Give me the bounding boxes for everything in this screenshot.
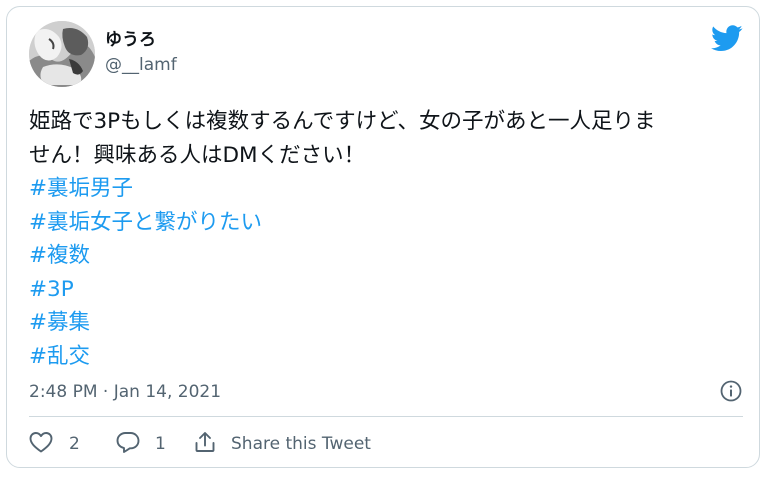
reply-count: 1 (155, 434, 166, 454)
like-button[interactable]: 2 (29, 429, 80, 459)
info-icon[interactable] (719, 379, 743, 403)
share-button[interactable]: Share this Tweet (193, 429, 371, 459)
divider (29, 416, 743, 417)
tweet-actions: 2 1 Share this Tweet (29, 429, 743, 459)
tweet-timestamp[interactable]: 2:48 PM · Jan 14, 2021 (29, 381, 221, 403)
heart-icon (29, 431, 53, 457)
avatar-image (29, 21, 95, 87)
like-count: 2 (69, 434, 80, 454)
hashtag-link[interactable]: #裏垢女子と繋がりたい (29, 206, 262, 240)
author-display-name[interactable]: ゆうろ (105, 29, 156, 51)
hashtag-link[interactable]: #複数 (29, 239, 90, 273)
share-icon (193, 430, 217, 458)
hashtag-link[interactable]: #乱交 (29, 340, 90, 374)
reply-icon (115, 430, 141, 458)
hashtag-link[interactable]: #募集 (29, 306, 90, 340)
hashtag-link[interactable]: #裏垢男子 (29, 172, 133, 206)
twitter-bird-icon[interactable] (711, 25, 743, 52)
author-handle[interactable]: @__lamf (105, 54, 177, 76)
tweet-body: 姫路で3Pもしくは複数するんですけど、女の子があと一人足りま せん！興味ある人は… (29, 105, 741, 373)
tweet-text-line: 姫路で3Pもしくは複数するんですけど、女の子があと一人足りま (29, 109, 656, 134)
hashtag-link[interactable]: #3P (29, 273, 74, 307)
avatar[interactable] (29, 21, 95, 87)
tweet-card: ゆうろ @__lamf 姫路で3Pもしくは複数するんですけど、女の子があと一人足… (6, 6, 760, 468)
tweet-meta: 2:48 PM · Jan 14, 2021 (29, 379, 743, 405)
reply-button[interactable]: 1 (115, 429, 166, 459)
tweet-text-line: せん！興味ある人はDMください！ (29, 142, 366, 168)
share-label: Share this Tweet (231, 434, 371, 454)
